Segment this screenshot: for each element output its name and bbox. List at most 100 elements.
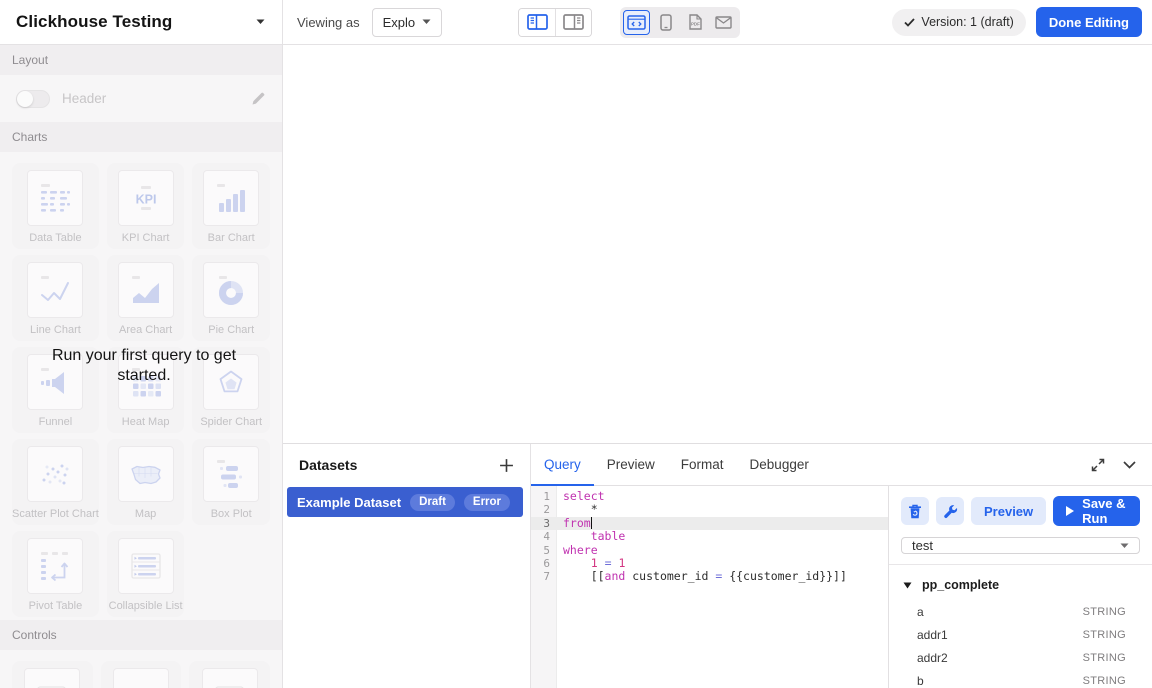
tab-format[interactable]: Format <box>668 444 737 485</box>
dataset-name: Example Dataset <box>297 495 401 510</box>
sql-code-editor[interactable]: 1 select 2 * 3 from 4 table 5 where 6 1 … <box>531 486 888 688</box>
line-number: 4 <box>531 530 557 543</box>
play-icon <box>1065 505 1075 517</box>
viewing-as-dropdown[interactable]: Explo <box>372 8 443 37</box>
empty-canvas-hint: Run your first query to get started. <box>38 346 250 386</box>
line-chart-icon <box>27 262 83 318</box>
schema-field-a: a STRING <box>889 600 1152 623</box>
header-toggle-label: Header <box>62 91 106 106</box>
chart-tile-bar-chart[interactable]: Bar Chart <box>192 163 270 249</box>
code-line-6: 6 1 = 1 <box>531 557 888 570</box>
chart-tile-scatter-plot-chart[interactable]: Scatter Plot Chart <box>12 439 99 525</box>
code-line-4: 4 table <box>531 530 888 543</box>
edit-header-pencil-icon[interactable] <box>251 91 266 106</box>
panel-right-icon <box>563 14 584 30</box>
pdf-mode-button[interactable]: PDF <box>681 10 708 35</box>
chevron-down-icon <box>422 19 431 25</box>
chart-tile-dropdown-control-icon[interactable] <box>12 661 93 688</box>
panel-left-toggle[interactable] <box>519 9 555 36</box>
query-tools-button[interactable] <box>936 497 964 525</box>
save-and-run-button[interactable]: Save & Run <box>1053 496 1140 526</box>
dropdown-control-icon <box>24 668 80 688</box>
box-plot-icon <box>203 446 259 502</box>
done-editing-button[interactable]: Done Editing <box>1036 7 1142 37</box>
check-icon <box>904 18 915 27</box>
line-number: 5 <box>531 544 557 557</box>
schema-field-addr1: addr1 STRING <box>889 623 1152 646</box>
viewing-as-value: Explo <box>383 15 416 30</box>
query-side-panel: Preview Save & Run test pp_complete a <box>888 486 1152 688</box>
chart-tile-kpi-chart[interactable]: KPI KPI Chart <box>107 163 185 249</box>
chart-tile-label: Map <box>135 508 156 520</box>
line-number: 7 <box>531 570 557 583</box>
expand-editor-icon[interactable] <box>1091 458 1105 472</box>
tab-query[interactable]: Query <box>531 444 594 485</box>
scatter-plot-icon <box>27 446 83 502</box>
panel-toggle-group <box>518 8 592 37</box>
dataset-row-example-dataset[interactable]: Example Dataset DraftError <box>287 487 523 517</box>
query-region: QueryPreviewFormatDebugger 1 select 2 * … <box>531 444 1152 688</box>
tab-preview[interactable]: Preview <box>594 444 668 485</box>
add-dataset-button[interactable] <box>499 458 514 473</box>
schema-table-header[interactable]: pp_complete <box>889 565 1152 600</box>
chart-tile-label: Data Table <box>29 232 81 244</box>
delete-query-button[interactable] <box>901 497 929 525</box>
dashboard-title-area[interactable]: Clickhouse Testing <box>0 0 283 44</box>
title-caret-down-icon[interactable] <box>256 19 265 25</box>
section-label-controls: Controls <box>0 620 282 650</box>
chart-tile-map[interactable]: Map <box>107 439 185 525</box>
chart-tile-collapsible-list[interactable]: Collapsible List <box>107 531 185 617</box>
line-number: 1 <box>531 490 557 503</box>
tab-debugger[interactable]: Debugger <box>737 444 822 485</box>
dataset-badges: DraftError <box>410 494 510 511</box>
browser-code-mode-button[interactable] <box>623 10 650 35</box>
chart-tile-dropdown-control-icon[interactable] <box>189 661 270 688</box>
mobile-mode-button[interactable] <box>652 10 679 35</box>
chart-tile-label: Pivot Table <box>29 600 83 612</box>
chart-tile-area-chart[interactable]: Area Chart <box>107 255 185 341</box>
email-icon <box>715 16 732 29</box>
mobile-icon <box>660 14 672 31</box>
code-line-2: 2 * <box>531 503 888 516</box>
field-name: b <box>917 674 924 688</box>
panel-right-toggle[interactable] <box>555 9 591 36</box>
map-icon <box>118 446 174 502</box>
field-name: a <box>917 605 924 619</box>
section-label-layout: Layout <box>0 45 282 75</box>
datasets-panel: Datasets Example Dataset DraftError <box>283 444 531 688</box>
chart-tile-label: Bar Chart <box>208 232 255 244</box>
chart-tile-pie-chart[interactable]: Pie Chart <box>192 255 270 341</box>
controls-grid <box>0 650 282 688</box>
chart-tile-label: Spider Chart <box>200 416 262 428</box>
device-mode-group: PDF <box>620 7 740 38</box>
collapse-panel-chevron-icon[interactable] <box>1123 461 1136 469</box>
code-line-1: 1 select <box>531 490 888 503</box>
chart-tile-blank[interactable] <box>101 661 182 688</box>
section-label-charts: Charts <box>0 122 282 152</box>
line-number: 2 <box>531 503 557 516</box>
code-line-5: 5 where <box>531 544 888 557</box>
chart-tile-line-chart[interactable]: Line Chart <box>12 255 99 341</box>
pie-chart-icon <box>203 262 259 318</box>
email-mode-button[interactable] <box>710 10 737 35</box>
header-toggle[interactable] <box>16 90 50 108</box>
version-badge[interactable]: Version: 1 (draft) <box>892 9 1025 36</box>
chart-tile-label: Heat Map <box>122 416 170 428</box>
chart-tile-pivot-table[interactable]: Pivot Table <box>12 531 99 617</box>
pivot-table-icon <box>27 538 83 594</box>
version-label: Version: 1 (draft) <box>921 15 1013 29</box>
chart-tile-label: KPI Chart <box>122 232 170 244</box>
field-name: addr1 <box>917 628 948 642</box>
schema-table-select[interactable]: test <box>901 537 1140 554</box>
chart-tile-data-table[interactable]: Data Table <box>12 163 99 249</box>
chart-tile-box-plot[interactable]: Box Plot <box>192 439 270 525</box>
blank <box>113 668 169 688</box>
dataset-status-badge: Error <box>464 494 510 511</box>
schema-field-addr2: addr2 STRING <box>889 646 1152 669</box>
schema-field-b: b STRING <box>889 669 1152 688</box>
chart-tile-label: Line Chart <box>30 324 81 336</box>
collapsible-list-icon <box>118 538 174 594</box>
viewing-as-label: Viewing as <box>297 15 360 30</box>
preview-button[interactable]: Preview <box>971 497 1046 525</box>
dashboard-canvas[interactable] <box>283 45 1152 443</box>
